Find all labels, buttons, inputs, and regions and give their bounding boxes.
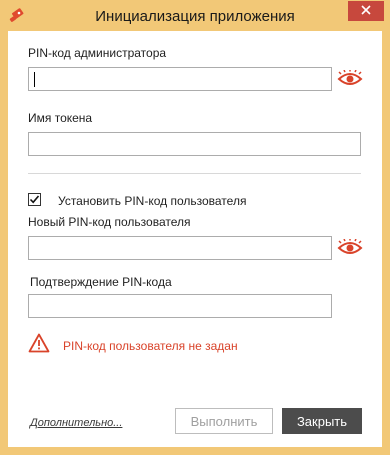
close-button[interactable]: Закрыть	[282, 408, 362, 434]
set-user-pin-label[interactable]: Установить PIN-код пользователя	[58, 194, 246, 208]
warning-message: PIN-код пользователя не задан	[63, 339, 238, 353]
confirm-pin-label: Подтверждение PIN-кода	[30, 275, 172, 289]
confirm-pin-input[interactable]	[29, 295, 331, 317]
token-name-input[interactable]	[29, 133, 360, 155]
token-name-label: Имя токена	[28, 111, 93, 125]
set-user-pin-checkbox[interactable]	[28, 193, 41, 206]
dialog-body: PIN-код администратора Имя токена Устано…	[8, 31, 382, 447]
admin-pin-field[interactable]	[28, 67, 332, 91]
section-divider	[28, 173, 361, 174]
window-title: Инициализация приложения	[95, 8, 295, 25]
admin-pin-label: PIN-код администратора	[28, 46, 167, 60]
token-name-field[interactable]	[28, 132, 361, 156]
new-user-pin-field[interactable]	[28, 236, 332, 260]
close-window-button[interactable]	[348, 1, 384, 21]
show-admin-pin-eye-icon[interactable]	[337, 69, 363, 88]
admin-pin-input[interactable]	[29, 68, 331, 90]
show-user-pin-eye-icon[interactable]	[337, 238, 363, 257]
close-icon	[361, 4, 371, 18]
text-caret	[34, 72, 35, 87]
new-user-pin-label: Новый PIN-код пользователя	[28, 215, 191, 229]
dialog-window: Инициализация приложения PIN-код админис…	[0, 0, 390, 455]
execute-button[interactable]: Выполнить	[175, 408, 273, 434]
title-bar[interactable]: Инициализация приложения	[0, 0, 390, 34]
confirm-pin-field[interactable]	[28, 294, 332, 318]
advanced-link[interactable]: Дополнительно...	[30, 417, 122, 429]
checkmark-icon	[29, 195, 40, 204]
warning-icon	[28, 333, 50, 356]
new-user-pin-input[interactable]	[29, 237, 331, 259]
